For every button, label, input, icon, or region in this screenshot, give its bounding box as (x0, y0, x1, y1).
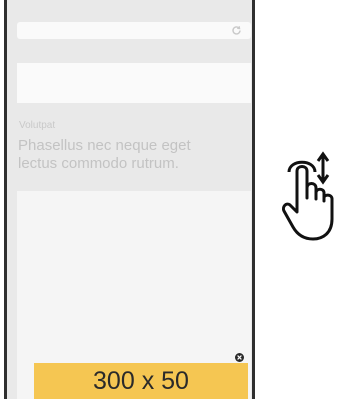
address-bar[interactable] (17, 22, 251, 39)
close-ad-icon[interactable] (235, 349, 244, 362)
content-placeholder-box (17, 63, 251, 103)
ad-banner[interactable]: 300 x 50 (34, 363, 248, 399)
stage: Volutpat Phasellus nec neque eget lectus… (0, 0, 337, 399)
article-kicker: Volutpat (19, 120, 56, 131)
ad-size-label: 300 x 50 (93, 366, 189, 395)
vertical-scroll-gesture-icon (279, 151, 337, 249)
reload-icon[interactable] (231, 25, 242, 36)
headline-line-1: Phasellus nec neque eget (18, 137, 191, 154)
phone-screen: Volutpat Phasellus nec neque eget lectus… (4, 0, 255, 399)
headline-line-2: lectus commodo rutrum. (18, 155, 179, 172)
article-headline: Phasellus nec neque eget lectus commodo … (18, 137, 252, 173)
